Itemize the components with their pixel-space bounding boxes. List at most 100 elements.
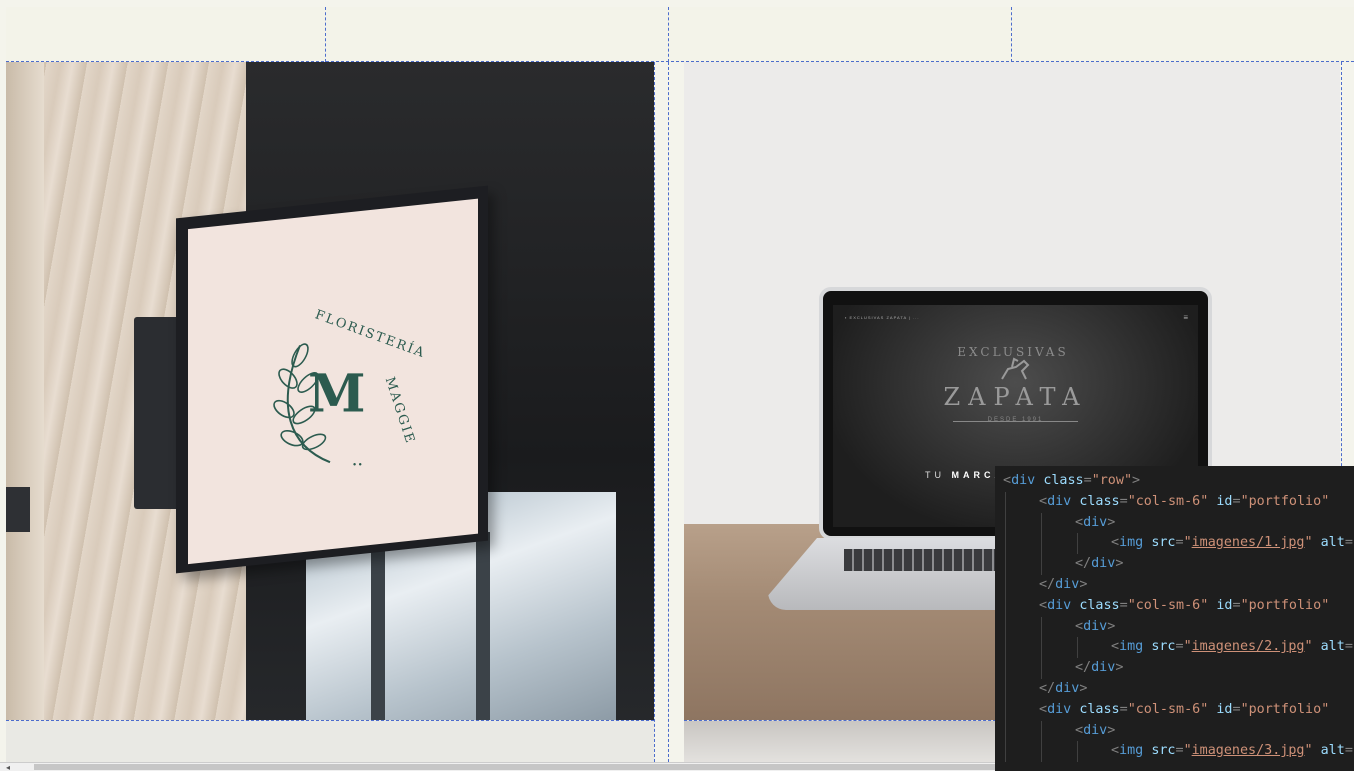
indent-guide — [1005, 741, 1006, 763]
indent-guide — [1077, 533, 1078, 555]
code-tag-name: div — [1083, 618, 1108, 634]
grid-guide-line — [1011, 7, 1012, 62]
code-quote: " — [1321, 701, 1330, 717]
column-divider-guide — [668, 62, 669, 762]
code-attr-value: portfolio — [1248, 701, 1322, 717]
code-line[interactable]: <div> — [995, 616, 1354, 638]
code-quote: " — [1240, 701, 1249, 717]
indent-guide — [1005, 658, 1006, 679]
code-tag-name: div — [1047, 701, 1072, 717]
brand-title: ZAPATA — [943, 383, 1088, 411]
code-punct: < — [1039, 493, 1048, 509]
code-punct: > — [1079, 680, 1088, 696]
code-punct: = — [1119, 701, 1128, 717]
code-tag-name: div — [1047, 597, 1072, 613]
code-quote: " — [1091, 473, 1100, 488]
code-punct: < — [1039, 597, 1048, 613]
column-divider-guide — [654, 62, 655, 762]
code-tag-name: div — [1083, 514, 1108, 530]
code-punct: = — [1232, 597, 1241, 613]
header-grid-band — [6, 7, 1354, 62]
code-editor-panel[interactable]: <div class="row"> <div class="col-sm-6" i… — [995, 466, 1354, 771]
code-attr-value: imagenes/2.jpg — [1191, 639, 1305, 655]
indent-guide — [1005, 678, 1006, 700]
code-quote: " — [1183, 535, 1192, 551]
sign-face: M FLORISTERÍA MAGGIE • • — [188, 198, 478, 565]
code-quote: " — [1183, 743, 1192, 759]
code-attr-value: imagenes/1.jpg — [1191, 535, 1305, 551]
code-quote: " — [1127, 597, 1136, 613]
code-punct: = — [1175, 535, 1184, 551]
code-punct: = — [1119, 493, 1128, 509]
sign-dots: • • — [353, 459, 362, 470]
code-attr-value: imagenes/3.jpg — [1191, 743, 1305, 759]
code-quote: " — [1304, 535, 1313, 551]
code-line[interactable]: <div class="col-sm-6" id="portfolio" — [995, 595, 1354, 617]
window-mullion — [476, 532, 490, 720]
code-punct: </ — [1075, 556, 1092, 572]
indent-guide — [1005, 699, 1006, 721]
code-punct: </ — [1039, 576, 1056, 592]
code-tag-name: div — [1091, 660, 1116, 676]
code-line[interactable]: <div class="col-sm-6" id="portfolio" — [995, 491, 1354, 513]
code-punct: = — [1175, 743, 1184, 759]
code-line[interactable]: <div class="col-sm-6" id="portfolio" — [995, 699, 1354, 721]
code-quote: " — [1127, 701, 1136, 717]
code-attr-name: class — [1079, 701, 1120, 717]
code-quote: " — [1200, 493, 1209, 509]
indent-guide — [1077, 637, 1078, 659]
code-attr-name: alt — [1320, 639, 1345, 655]
code-line[interactable]: <img src="imagenes/3.jpg" alt="" — [995, 741, 1354, 763]
menu-icon: ≡ — [1183, 313, 1188, 322]
code-punct: > — [1107, 722, 1116, 738]
code-quote: " — [1200, 701, 1209, 717]
indent-guide — [1005, 720, 1006, 742]
code-attr-value: row — [1099, 473, 1124, 488]
indent-guide — [1005, 554, 1006, 575]
code-line[interactable]: <img src="imagenes/1.jpg" alt="" — [995, 533, 1354, 555]
grid-guide-line — [668, 7, 669, 62]
code-attr-name: src — [1151, 743, 1176, 759]
code-line[interactable]: <div> — [995, 720, 1354, 742]
site-nav-text: ▪ EXCLUSIVAS ZAPATA | ... — [845, 315, 920, 320]
code-line[interactable]: </div> — [995, 574, 1354, 596]
code-punct: > — [1115, 660, 1124, 676]
code-punct: > — [1107, 514, 1116, 530]
code-punct: = — [1232, 493, 1241, 509]
code-attr-name: class — [1043, 473, 1084, 488]
indent-guide — [1041, 720, 1042, 742]
code-attr-name: alt — [1320, 535, 1345, 551]
code-punct: = — [1344, 639, 1353, 655]
code-tag-name: img — [1119, 743, 1144, 759]
grid-guide-line — [325, 7, 326, 62]
code-punct: > — [1107, 618, 1116, 634]
scroll-left-icon[interactable]: ◂ — [6, 763, 10, 771]
code-punct: = — [1119, 597, 1128, 613]
code-punct: < — [1111, 743, 1120, 759]
window-mullion — [371, 532, 385, 720]
wall-pillar — [6, 62, 44, 720]
code-line[interactable]: <img src="imagenes/2.jpg" alt="" — [995, 637, 1354, 659]
code-line[interactable]: </div> — [995, 554, 1354, 575]
code-tag-name: div — [1091, 556, 1116, 572]
indent-guide — [1005, 533, 1006, 555]
code-attr-name: src — [1151, 535, 1176, 551]
portfolio-image-1[interactable]: M FLORISTERÍA MAGGIE • • — [6, 62, 654, 720]
code-quote: " — [1127, 493, 1136, 509]
code-attr-value: col-sm-6 — [1135, 597, 1201, 613]
code-punct: </ — [1039, 680, 1056, 696]
code-attr-value: col-sm-6 — [1135, 701, 1201, 717]
code-punct: > — [1079, 576, 1088, 592]
code-punct: = — [1083, 473, 1092, 488]
code-line[interactable]: <div> — [995, 512, 1354, 534]
code-quote: " — [1183, 639, 1192, 655]
page: M FLORISTERÍA MAGGIE • • ▪ EXCLUSIVAS ZA… — [0, 0, 1354, 771]
code-line[interactable]: </div> — [995, 658, 1354, 679]
indent-guide — [1041, 533, 1042, 555]
code-attr-name: class — [1079, 493, 1120, 509]
code-line[interactable]: </div> — [995, 678, 1354, 700]
horse-rider-icon — [1001, 357, 1030, 380]
indent-guide — [1041, 658, 1042, 679]
code-quote: " — [1240, 597, 1249, 613]
code-line[interactable]: <div class="row"> — [995, 471, 1354, 492]
